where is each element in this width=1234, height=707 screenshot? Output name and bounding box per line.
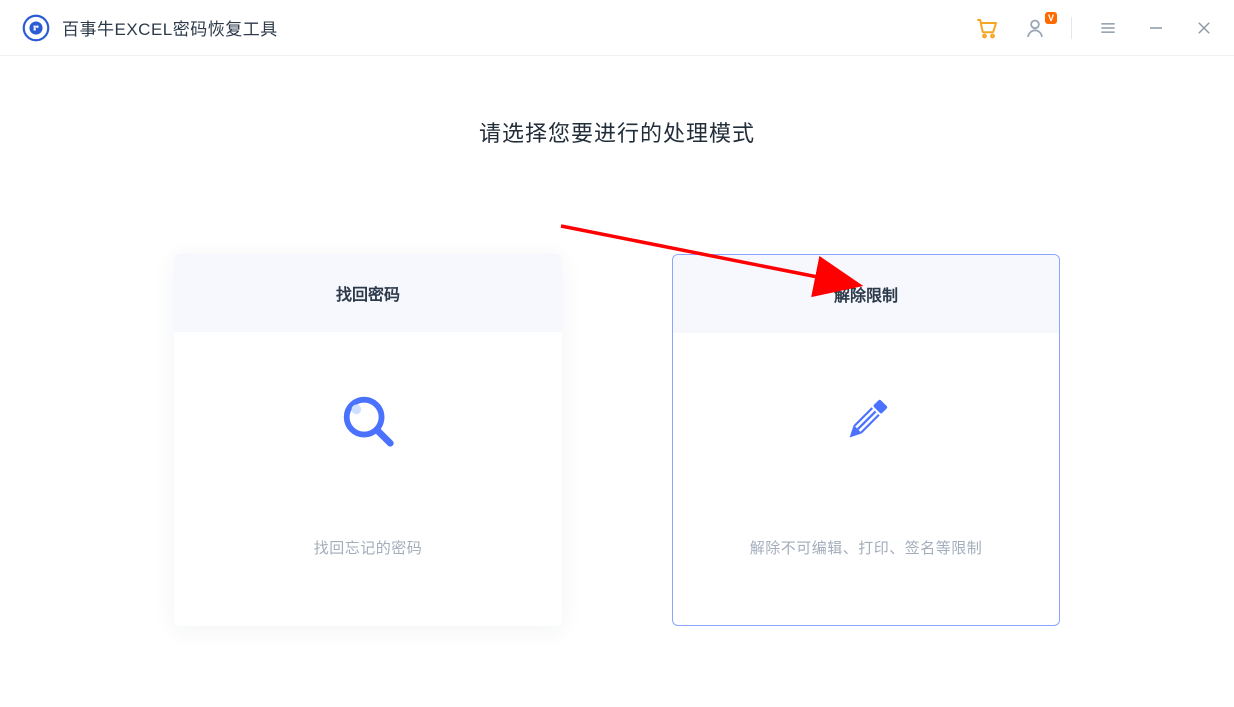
divider xyxy=(1071,17,1072,39)
mode-card-remove-restriction[interactable]: 解除限制 解除不可编辑、打印、签名等限制 xyxy=(672,254,1060,626)
app-logo-icon xyxy=(22,14,50,42)
page-heading: 请选择您要进行的处理模式 xyxy=(0,116,1234,148)
titlebar: 百事牛EXCEL密码恢复工具 V xyxy=(0,0,1234,56)
cart-icon[interactable] xyxy=(975,16,999,40)
card-title: 找回密码 xyxy=(336,281,400,305)
app-title: 百事牛EXCEL密码恢复工具 xyxy=(62,15,278,40)
mode-cards: 找回密码 找回忘记的密码 解除限制 xyxy=(0,254,1234,626)
titlebar-actions: V xyxy=(975,16,1216,40)
main-content: 请选择您要进行的处理模式 找回密码 找回忘记的密码 解除限制 xyxy=(0,56,1234,626)
close-icon[interactable] xyxy=(1192,16,1216,40)
pencil-icon xyxy=(835,390,897,457)
mode-card-recover-password[interactable]: 找回密码 找回忘记的密码 xyxy=(174,254,562,626)
magnifier-icon xyxy=(337,390,399,457)
vip-badge: V xyxy=(1045,12,1057,24)
menu-icon[interactable] xyxy=(1096,16,1120,40)
card-body: 找回忘记的密码 xyxy=(174,332,562,626)
minimize-icon[interactable] xyxy=(1144,16,1168,40)
user-icon[interactable]: V xyxy=(1023,16,1047,40)
card-header: 找回密码 xyxy=(174,254,562,332)
card-desc: 解除不可编辑、打印、签名等限制 xyxy=(750,537,983,558)
card-desc: 找回忘记的密码 xyxy=(314,537,423,558)
card-body: 解除不可编辑、打印、签名等限制 xyxy=(673,333,1059,625)
card-title: 解除限制 xyxy=(834,282,898,306)
card-header: 解除限制 xyxy=(673,255,1059,333)
